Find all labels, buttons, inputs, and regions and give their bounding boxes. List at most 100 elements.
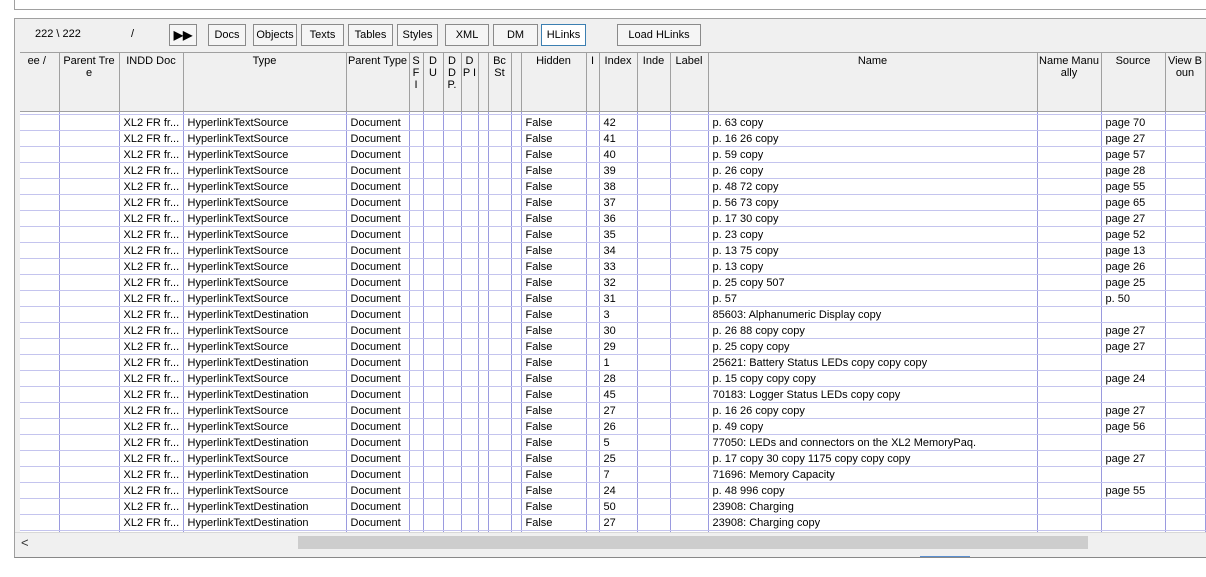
cell-inde[interactable] bbox=[637, 226, 671, 243]
cell-inde[interactable] bbox=[637, 498, 671, 515]
cell-c4[interactable] bbox=[461, 338, 479, 355]
styles-button[interactable]: Styles bbox=[397, 24, 438, 46]
cell-view[interactable] bbox=[1165, 386, 1206, 403]
cell-parent-tree[interactable] bbox=[59, 226, 120, 243]
cell-type[interactable]: HyperlinkTextDestination bbox=[183, 386, 347, 403]
cell-c6[interactable] bbox=[488, 466, 512, 483]
cell-tree[interactable] bbox=[20, 402, 60, 419]
cell-view[interactable] bbox=[1165, 450, 1206, 467]
cell-index[interactable]: 1 bbox=[599, 354, 638, 371]
cell-c2[interactable] bbox=[423, 146, 444, 163]
cell-source[interactable]: page 13 bbox=[1101, 242, 1166, 259]
cell-hidden[interactable]: False bbox=[521, 178, 587, 195]
cell-c8[interactable] bbox=[586, 146, 600, 163]
table-row[interactable]: XL2 FR fr... HyperlinkTextSource Document F… bbox=[20, 130, 1206, 147]
cell-hidden[interactable]: False bbox=[521, 354, 587, 371]
cell-c4[interactable] bbox=[461, 210, 479, 227]
cell-index[interactable]: 37 bbox=[599, 194, 638, 211]
cell-indd[interactable]: XL2 FR fr... bbox=[119, 274, 184, 291]
column-header-source[interactable]: Source bbox=[1101, 53, 1166, 112]
cell-index[interactable]: 25 bbox=[599, 450, 638, 467]
cell-c1[interactable] bbox=[409, 226, 424, 243]
cell-ptype[interactable]: Document bbox=[346, 290, 410, 307]
cell-c1[interactable] bbox=[409, 210, 424, 227]
xml-button[interactable]: XML bbox=[445, 24, 489, 46]
cell-c4[interactable] bbox=[461, 434, 479, 451]
cell-inde[interactable] bbox=[637, 242, 671, 259]
cell-c7[interactable] bbox=[511, 242, 522, 259]
fast-forward-button[interactable]: ▶▶ bbox=[169, 24, 197, 46]
column-header-c7[interactable] bbox=[511, 53, 522, 112]
cell-inde[interactable] bbox=[637, 178, 671, 195]
cell-c5[interactable] bbox=[478, 402, 489, 419]
column-header-c5[interactable] bbox=[478, 53, 489, 112]
cell-c5[interactable] bbox=[478, 130, 489, 147]
cell-type[interactable]: HyperlinkTextSource bbox=[183, 178, 347, 195]
cell-source[interactable]: page 25 bbox=[1101, 274, 1166, 291]
cell-c6[interactable] bbox=[488, 450, 512, 467]
cell-parent-tree[interactable] bbox=[59, 450, 120, 467]
cell-c6[interactable] bbox=[488, 306, 512, 323]
cell-inde[interactable] bbox=[637, 354, 671, 371]
cell-c1[interactable] bbox=[409, 290, 424, 307]
cell-c2[interactable] bbox=[423, 114, 444, 131]
cell-source[interactable]: page 57 bbox=[1101, 146, 1166, 163]
cell-indd[interactable]: XL2 FR fr... bbox=[119, 498, 184, 515]
cell-label[interactable] bbox=[670, 338, 709, 355]
cell-view[interactable] bbox=[1165, 130, 1206, 147]
cell-view[interactable] bbox=[1165, 418, 1206, 435]
cell-name-manually[interactable] bbox=[1037, 322, 1102, 339]
cell-index[interactable]: 31 bbox=[599, 290, 638, 307]
cell-name-manually[interactable] bbox=[1037, 370, 1102, 387]
cell-source[interactable] bbox=[1101, 354, 1166, 371]
cell-name-manually[interactable] bbox=[1037, 290, 1102, 307]
cell-view[interactable] bbox=[1165, 258, 1206, 275]
cell-view[interactable] bbox=[1165, 402, 1206, 419]
cell-ptype[interactable]: Document bbox=[346, 434, 410, 451]
docs-button[interactable]: Docs bbox=[208, 24, 246, 46]
cell-view[interactable] bbox=[1165, 466, 1206, 483]
column-header-parent-tree[interactable]: Parent Tree bbox=[59, 53, 120, 112]
cell-hidden[interactable]: False bbox=[521, 306, 587, 323]
table-row[interactable]: XL2 FR fr... HyperlinkTextSource Document F… bbox=[20, 210, 1206, 227]
cell-c8[interactable] bbox=[586, 402, 600, 419]
cell-c4[interactable] bbox=[461, 386, 479, 403]
cell-parent-tree[interactable] bbox=[59, 162, 120, 179]
cell-source[interactable] bbox=[1101, 306, 1166, 323]
cell-c5[interactable] bbox=[478, 482, 489, 499]
column-header-ptype[interactable]: Parent Type bbox=[346, 53, 410, 112]
cell-index[interactable]: 26 bbox=[599, 418, 638, 435]
cell-c3[interactable] bbox=[443, 354, 462, 371]
cell-name[interactable]: p. 49 copy bbox=[708, 418, 1038, 435]
column-header-hidden[interactable]: Hidden bbox=[521, 53, 587, 112]
cell-inde[interactable] bbox=[637, 514, 671, 531]
cell-c1[interactable] bbox=[409, 482, 424, 499]
cell-name-manually[interactable] bbox=[1037, 402, 1102, 419]
cell-c4[interactable] bbox=[461, 482, 479, 499]
cell-source[interactable] bbox=[1101, 386, 1166, 403]
cell-name-manually[interactable] bbox=[1037, 466, 1102, 483]
cell-indd[interactable]: XL2 FR fr... bbox=[119, 418, 184, 435]
cell-name-manually[interactable] bbox=[1037, 306, 1102, 323]
cell-c6[interactable] bbox=[488, 370, 512, 387]
cell-c5[interactable] bbox=[478, 146, 489, 163]
cell-c3[interactable] bbox=[443, 338, 462, 355]
cell-hidden[interactable]: False bbox=[521, 434, 587, 451]
cell-hidden[interactable]: False bbox=[521, 242, 587, 259]
cell-indd[interactable]: XL2 FR fr... bbox=[119, 242, 184, 259]
cell-c6[interactable] bbox=[488, 194, 512, 211]
cell-c5[interactable] bbox=[478, 498, 489, 515]
table-row[interactable]: XL2 FR fr... HyperlinkTextSource Document F… bbox=[20, 370, 1206, 387]
cell-c8[interactable] bbox=[586, 130, 600, 147]
cell-tree[interactable] bbox=[20, 194, 60, 211]
cell-parent-tree[interactable] bbox=[59, 402, 120, 419]
cell-c6[interactable] bbox=[488, 386, 512, 403]
cell-type[interactable]: HyperlinkTextSource bbox=[183, 130, 347, 147]
cell-tree[interactable] bbox=[20, 482, 60, 499]
cell-c2[interactable] bbox=[423, 466, 444, 483]
cell-name[interactable]: 23908: Charging bbox=[708, 498, 1038, 515]
cell-index[interactable]: 30 bbox=[599, 322, 638, 339]
cell-hidden[interactable]: False bbox=[521, 162, 587, 179]
cell-c2[interactable] bbox=[423, 306, 444, 323]
table-row[interactable]: XL2 FR fr... HyperlinkTextSource Document F… bbox=[20, 194, 1206, 211]
